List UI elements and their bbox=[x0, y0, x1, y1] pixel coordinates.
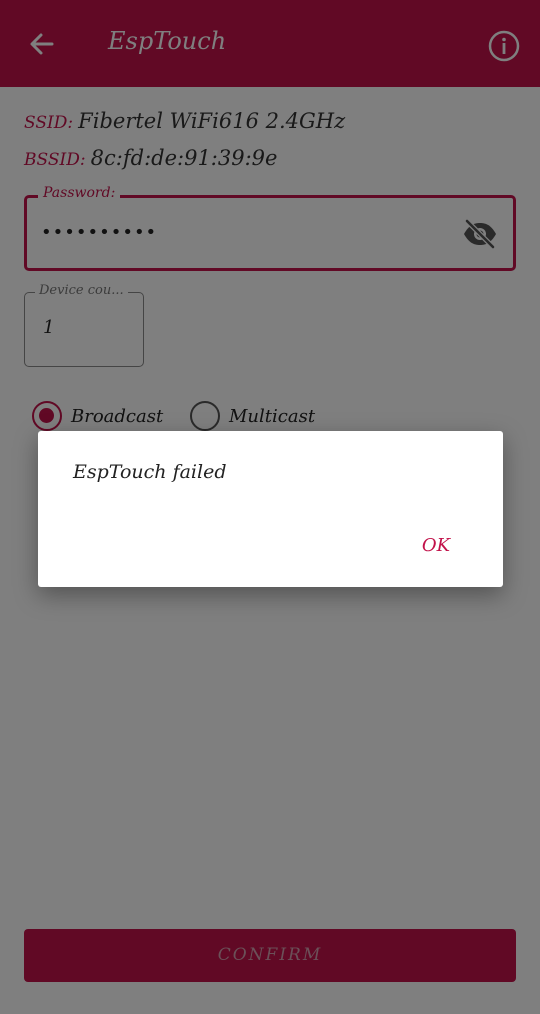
dialog-message: EspTouch failed bbox=[73, 461, 227, 483]
ok-button-label: OK bbox=[421, 535, 451, 556]
error-dialog: EspTouch failed OK bbox=[38, 431, 503, 587]
ok-button[interactable]: OK bbox=[410, 526, 462, 566]
